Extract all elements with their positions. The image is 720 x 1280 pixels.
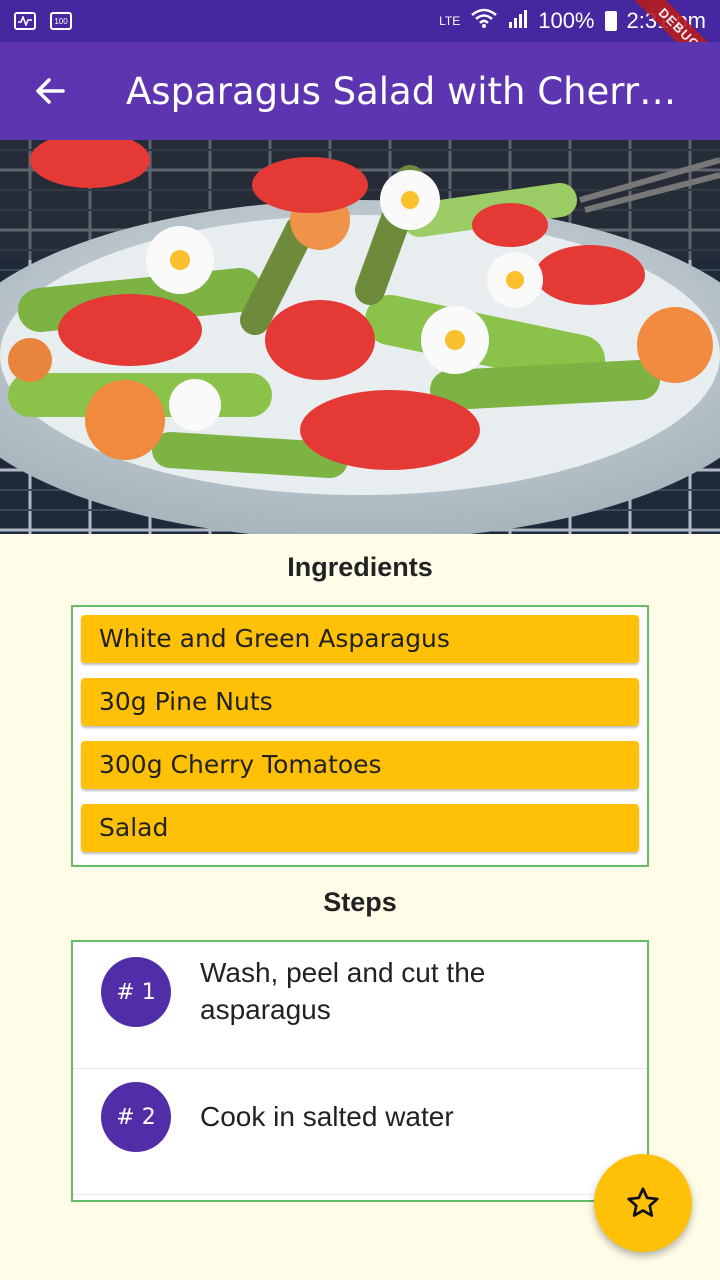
step-number-badge: # 1 — [101, 957, 171, 1027]
battery-icon — [604, 11, 617, 31]
ingredients-list: White and Green Asparagus 30g Pine Nuts … — [71, 605, 649, 867]
step-text: Cook in salted water — [200, 1101, 454, 1132]
ingredients-title: Ingredients — [287, 552, 433, 582]
ingredient-item[interactable]: Salad — [81, 804, 639, 852]
battery-percent: 100% — [538, 8, 595, 33]
storage-icon: 100 — [50, 12, 72, 30]
ingredient-item[interactable]: 300g Cherry Tomatoes — [81, 741, 639, 789]
status-left: 100 — [14, 12, 72, 30]
step-number-badge: # 2 — [101, 1082, 171, 1152]
arrow-left-icon — [36, 78, 65, 104]
step-item[interactable]: # 1 Wash, peel and cut the asparagus — [73, 942, 647, 1069]
star-outline-icon — [627, 1187, 659, 1217]
page-title: Asparagus Salad with Cherry ... — [126, 69, 686, 113]
step-text: Wash, peel and cut the asparagus — [200, 957, 486, 1025]
lte-label: LTE — [439, 13, 461, 28]
steps-title: Steps — [323, 887, 397, 917]
activity-icon — [14, 12, 36, 30]
wifi-icon — [470, 8, 498, 34]
app-bar: Asparagus Salad with Cherry ... — [0, 42, 720, 140]
ingredient-item[interactable]: White and Green Asparagus — [81, 615, 639, 663]
steps-list: # 1 Wash, peel and cut the asparagus # 2… — [71, 940, 649, 1202]
recipe-image — [0, 140, 720, 534]
favorite-button[interactable] — [594, 1154, 692, 1252]
status-bar: 100 LTE 100% 2:31 pm DEBUG — [0, 0, 720, 90]
back-button[interactable] — [0, 42, 100, 140]
signal-icon — [508, 8, 528, 34]
ingredient-item[interactable]: 30g Pine Nuts — [81, 678, 639, 726]
step-item[interactable]: # 2 Cook in salted water — [73, 1068, 647, 1195]
